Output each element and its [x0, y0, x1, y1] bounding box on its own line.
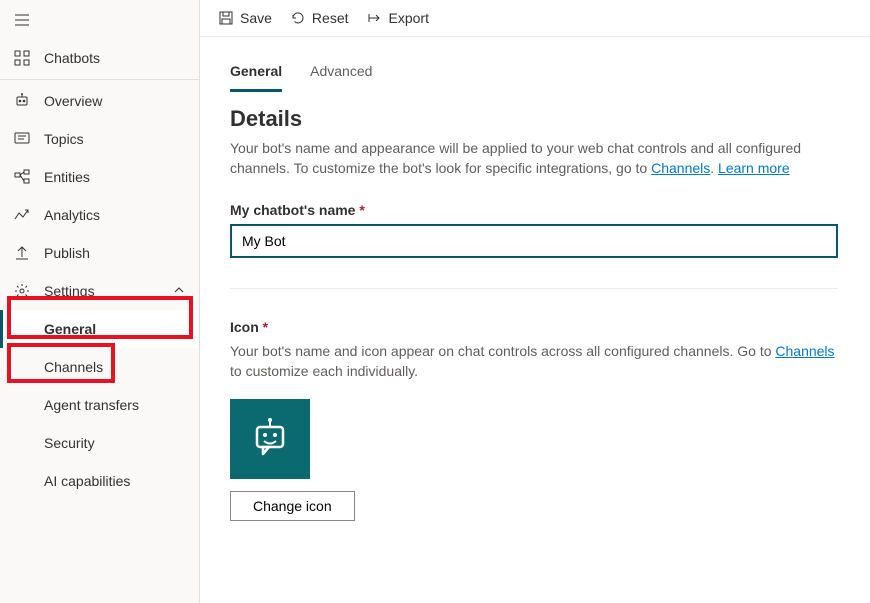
details-description: Your bot's name and appearance will be a…	[230, 138, 840, 178]
nav-label: Topics	[44, 131, 84, 147]
publish-icon	[14, 245, 30, 261]
subnav-channels[interactable]: Channels	[0, 348, 199, 386]
grid-icon	[14, 50, 30, 66]
nav-entities[interactable]: Entities	[0, 158, 199, 196]
nav-analytics[interactable]: Analytics	[0, 196, 199, 234]
chat-icon	[14, 131, 30, 147]
subnav-label: Channels	[44, 359, 103, 375]
chevron-up-icon	[173, 283, 185, 299]
nav-label: Entities	[44, 169, 90, 185]
tab-label: General	[230, 63, 282, 79]
hamburger-menu[interactable]	[0, 0, 199, 39]
nav-publish[interactable]: Publish	[0, 234, 199, 272]
bot-icon	[14, 93, 30, 109]
subnav-general[interactable]: General	[0, 310, 199, 348]
save-icon	[218, 10, 234, 26]
subnav-security[interactable]: Security	[0, 424, 199, 462]
name-label: My chatbot's name *	[230, 202, 840, 218]
sidebar: Chatbots Overview Topics Entities A	[0, 0, 200, 603]
nav-label: Overview	[44, 93, 102, 109]
analytics-icon	[14, 207, 30, 223]
tab-label: Advanced	[310, 63, 372, 79]
required-indicator: *	[359, 202, 364, 218]
nav-label: Publish	[44, 245, 90, 261]
channels-link-2[interactable]: Channels	[775, 343, 834, 359]
nav-chatbots[interactable]: Chatbots	[0, 39, 199, 77]
nav-overview[interactable]: Overview	[0, 82, 199, 120]
content-area: General Advanced Details Your bot's name…	[200, 37, 870, 603]
bot-name-input[interactable]	[230, 224, 838, 258]
entities-icon	[14, 169, 30, 185]
tab-general[interactable]: General	[230, 57, 282, 92]
nav-label: Settings	[44, 283, 95, 299]
reset-icon	[290, 10, 306, 26]
details-title: Details	[230, 106, 840, 132]
toolbar-label: Reset	[312, 10, 349, 26]
reset-button[interactable]: Reset	[290, 10, 349, 26]
nav-label: Chatbots	[44, 50, 100, 66]
gear-icon	[14, 283, 30, 299]
subnav-label: Security	[44, 435, 95, 451]
nav-topics[interactable]: Topics	[0, 120, 199, 158]
tabs: General Advanced	[230, 57, 840, 92]
required-indicator: *	[263, 319, 268, 335]
change-icon-button[interactable]: Change icon	[230, 491, 355, 521]
toolbar-label: Export	[389, 10, 429, 26]
subnav-ai-capabilities[interactable]: AI capabilities	[0, 462, 199, 500]
learn-more-link[interactable]: Learn more	[718, 160, 790, 176]
nav-settings[interactable]: Settings	[0, 272, 199, 310]
bot-avatar-icon	[247, 416, 293, 462]
export-button[interactable]: Export	[367, 10, 429, 26]
icon-label: Icon *	[230, 319, 840, 335]
subnav-label: Agent transfers	[44, 397, 139, 413]
subnav-label: General	[44, 321, 96, 337]
tab-advanced[interactable]: Advanced	[310, 57, 372, 92]
nav-label: Analytics	[44, 207, 100, 223]
subnav-label: AI capabilities	[44, 473, 130, 489]
bot-icon-preview	[230, 399, 310, 479]
subnav-agent-transfers[interactable]: Agent transfers	[0, 386, 199, 424]
export-icon	[367, 10, 383, 26]
icon-description: Your bot's name and icon appear on chat …	[230, 341, 840, 381]
save-button[interactable]: Save	[218, 10, 272, 26]
divider	[230, 288, 838, 289]
channels-link[interactable]: Channels	[651, 160, 710, 176]
toolbar: Save Reset Export	[200, 0, 870, 37]
toolbar-label: Save	[240, 10, 272, 26]
